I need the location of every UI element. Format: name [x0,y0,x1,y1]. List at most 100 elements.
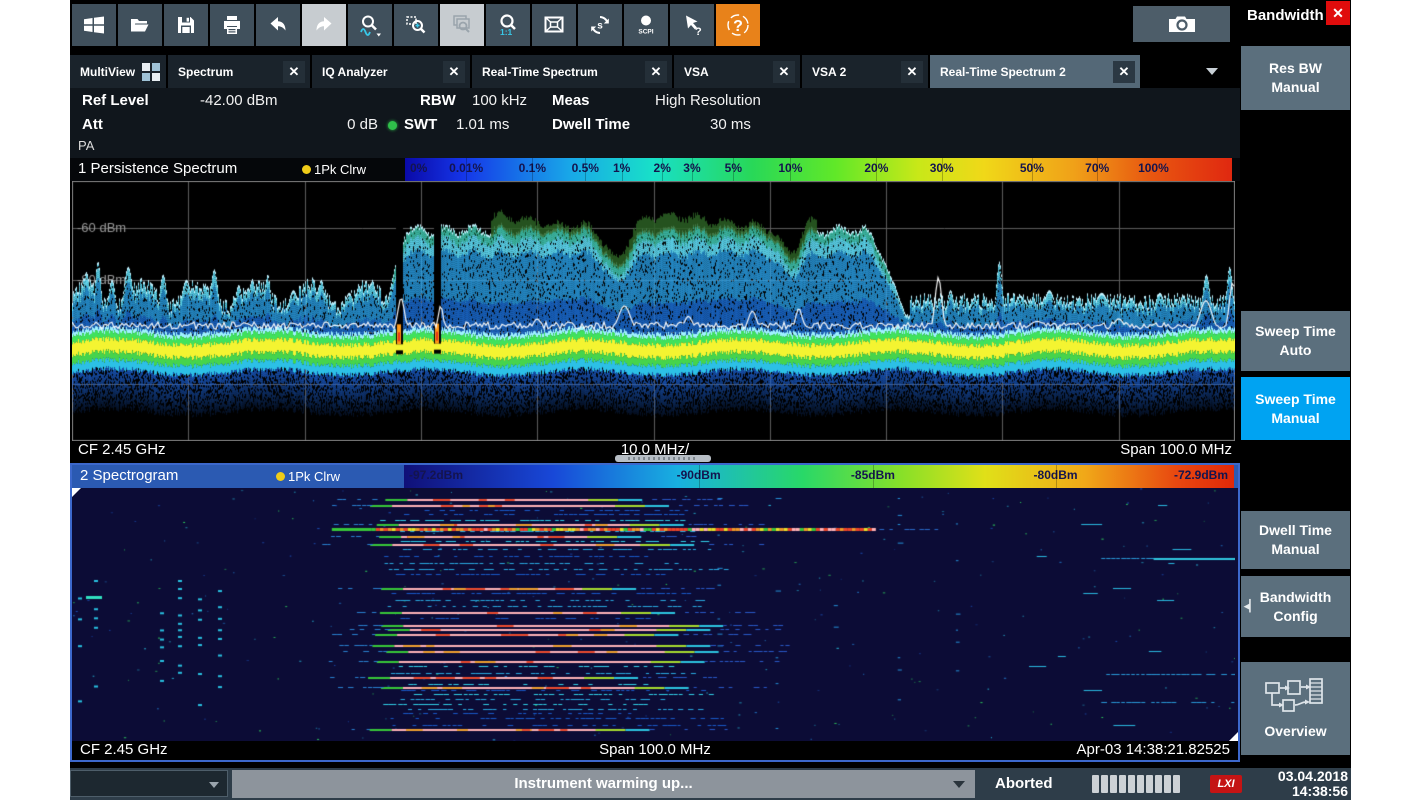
scale-label: 100% [1138,161,1169,175]
spectrogram-header[interactable]: 2 Spectrogram 1Pk Clrw -97.2dBm-90dBm-85… [72,465,1238,488]
help-pointer-icon: ? [680,13,704,37]
softkey-overview[interactable]: Overview [1241,662,1350,755]
spectrogram-span: Span 100.0 MHz [72,741,1238,758]
print-button[interactable] [210,4,254,46]
tab-overflow-dropdown[interactable] [1206,68,1218,75]
swt-value[interactable]: 1.01 ms [456,116,509,133]
persistence-legend: 1Pk Clrw [302,162,366,177]
persistence-plot-canvas[interactable] [72,181,1235,441]
tab-close-button[interactable]: ✕ [645,61,667,83]
softkey-label: Bandwidth Config [1260,588,1332,626]
zoom-trace-button[interactable] [348,4,392,46]
camera-icon [1166,12,1198,36]
zoom-one-to-one-icon: 1:1 [496,13,520,37]
scpi-button[interactable]: SCPI [624,4,668,46]
ref-level-label: Ref Level [82,92,149,109]
spectrogram-legend: 1Pk Clrw [276,469,340,484]
softkey-label: Dwell Time Manual [1259,521,1332,559]
work-area: 1:1 s SCPI?? MultiView Spectrum✕IQ Analyzer… [70,0,1240,768]
softkey-label: Sweep Time Auto [1255,322,1336,360]
spectrogram-trace-label: 1Pk Clrw [288,469,340,484]
progress-segment [1119,775,1126,793]
swt-label: SWT [404,116,437,133]
tab-close-button[interactable]: ✕ [443,61,465,83]
progress-segment [1128,775,1135,793]
open-file-button[interactable] [118,4,162,46]
sweep-state-label: Aborted [995,768,1053,800]
zoom-one-to-one-button[interactable]: 1:1 [486,4,530,46]
status-bar: Instrument warming up... Aborted LXI 03.… [70,768,1351,800]
att-value[interactable]: 0 dB [310,116,378,133]
screenshot-button[interactable] [1133,6,1230,42]
tab-vsa-2[interactable]: VSA 2✕ [802,55,928,88]
tab-close-button[interactable]: ✕ [1113,61,1135,83]
tab-real-time-spectrum-2[interactable]: Real-Time Spectrum 2✕ [930,55,1140,88]
progress-segment [1092,775,1099,793]
windows-start-icon [82,13,106,37]
help-button[interactable]: ? [716,4,760,46]
softkey-close-button[interactable]: ✕ [1326,1,1350,25]
softkey-sweep-time-auto[interactable]: Sweep Time Auto [1241,311,1350,371]
scale-label: -72.9dBm [1174,468,1228,482]
meas-value[interactable]: High Resolution [655,92,761,109]
date-label: 03.04.2018 [1278,769,1348,784]
preamp-label: PA [78,138,94,153]
focus-corner-icon [1229,732,1238,741]
help-icon: ? [726,13,750,37]
persistence-color-scale: 0%0.01%0.1%0.5%1%2%3%5%10%20%30%50%70%10… [405,158,1232,181]
scale-label: -97.2dBm [409,468,463,482]
status-message[interactable]: Instrument warming up... [232,770,975,798]
datetime: 03.04.2018 14:38:56 [1278,769,1348,799]
sequencer-button[interactable]: s [578,4,622,46]
zoom-selection-icon [404,13,428,37]
softkey-bandwidth-config[interactable]: Bandwidth Config◂▏ [1241,576,1350,637]
spectrogram-color-scale: -97.2dBm-90dBm-85dBm-80dBm-72.9dBm [404,465,1234,488]
save-button[interactable] [164,4,208,46]
softkey-dwell-time-manual[interactable]: Dwell Time Manual [1241,511,1350,569]
spectrogram-plot-canvas[interactable] [72,488,1235,741]
spectrogram-footer: CF 2.45 GHz Span 100.0 MHz Apr-03 14:38:… [72,741,1238,760]
softkey-sidebar: Bandwidth ✕ Res BW ManualSweep Time Auto… [1240,0,1351,768]
tab-vsa[interactable]: VSA ✕ [674,55,800,88]
tab-spectrum[interactable]: Spectrum✕ [168,55,310,88]
progress-segment [1155,775,1162,793]
zoom-trace-icon [358,13,382,37]
help-pointer-button[interactable]: ? [670,4,714,46]
chevron-down-icon [953,781,965,788]
tab-close-button[interactable]: ✕ [283,61,305,83]
windows-start-button[interactable] [72,4,116,46]
split-view-button[interactable] [532,4,576,46]
svg-text:?: ? [695,26,702,37]
dwell-time-value[interactable]: 30 ms [710,116,751,133]
tab-multiview[interactable]: MultiView [70,55,166,88]
tab-real-time-spectrum[interactable]: Real-Time Spectrum ✕ [472,55,672,88]
tab-close-button[interactable]: ✕ [773,61,795,83]
persistence-span: Span 100.0 MHz [1120,441,1232,458]
window-splitter-handle[interactable] [615,455,711,462]
progress-segment [1137,775,1144,793]
tab-label: VSA [674,65,709,79]
ref-level-value[interactable]: -42.00 dBm [200,92,278,109]
trace-dot-icon [276,472,285,481]
persistence-header[interactable]: 1 Persistence Spectrum 1Pk Clrw 0%0.01%0… [70,158,1240,181]
softkey-res-bw-manual[interactable]: Res BW Manual [1241,46,1350,110]
time-label: 14:38:56 [1278,784,1348,799]
zoom-selection-button[interactable] [394,4,438,46]
status-message-text: Instrument warming up... [514,775,692,792]
redo-button[interactable] [302,4,346,46]
status-selector[interactable] [70,770,228,797]
spectrogram-window: 2 Spectrogram 1Pk Clrw -97.2dBm-90dBm-85… [70,463,1240,762]
softkey-sweep-time-manual[interactable]: Sweep Time Manual [1241,377,1350,440]
tab-label: Real-Time Spectrum [472,65,598,79]
rbw-value[interactable]: 100 kHz [472,92,527,109]
swt-led-icon [388,121,397,130]
undo-button[interactable] [256,4,300,46]
tab-iq-analyzer[interactable]: IQ Analyzer✕ [312,55,470,88]
analyzer-app: 1:1 s SCPI?? MultiView Spectrum✕IQ Analyzer… [70,0,1351,800]
tab-close-button[interactable]: ✕ [901,61,923,83]
scpi-icon: SCPI [634,13,658,37]
multi-window-zoom-button[interactable] [440,4,484,46]
persistence-title: 1 Persistence Spectrum [78,160,237,177]
sequencer-icon: s [588,13,612,37]
tab-label: MultiView [70,65,135,79]
